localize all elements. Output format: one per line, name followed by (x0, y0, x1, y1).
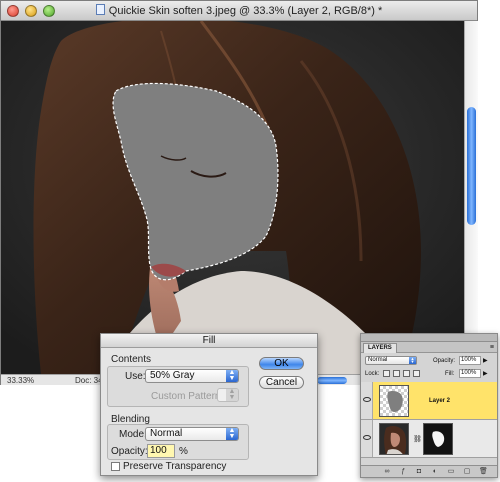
contents-group-label: Contents (111, 354, 152, 365)
lock-all-icon[interactable] (413, 370, 420, 377)
layer-name[interactable]: Layer 2 (429, 398, 450, 404)
blend-mode-value: Normal (368, 357, 388, 363)
mode-select-value: Normal (150, 428, 183, 439)
layer-thumbnail-photo (379, 423, 409, 455)
use-select-arrows-icon: ▲ ▼ (226, 369, 238, 382)
new-layer-icon[interactable]: ▢ (463, 468, 471, 476)
trash-icon[interactable]: 🗑 (479, 468, 488, 476)
custom-pattern-label: Custom Pattern: (151, 391, 224, 402)
layer-row-selected[interactable]: Layer 2 (361, 382, 497, 420)
mask-link-icon[interactable]: ⛓ (413, 435, 422, 443)
lock-transparent-icon[interactable] (383, 370, 390, 377)
opacity-input[interactable]: 100 (147, 444, 175, 458)
document-title-container: Quickie Skin soften 3.jpeg @ 33.3% (Laye… (1, 4, 477, 17)
vertical-scroll-thumb[interactable] (467, 107, 476, 225)
fx-icon[interactable]: ƒ (399, 468, 407, 476)
panel-tabbar: LAYERS ≡ (361, 342, 497, 353)
preserve-transparency-label[interactable]: Preserve Transparency (123, 461, 226, 472)
vertical-scrollbar[interactable] (464, 21, 478, 374)
layers-footer: ∞ ƒ ◘ ◐ ▭ ▢ 🗑 (361, 465, 497, 477)
fill-dialog: Fill Contents Use: 50% Gray ▲ ▼ Custom Pa… (100, 333, 318, 476)
group-icon[interactable]: ▭ (447, 468, 455, 476)
opacity-unit: % (179, 446, 188, 457)
image-canvas[interactable] (1, 21, 464, 374)
mode-select-arrows-icon: ▲ ▼ (226, 427, 238, 440)
eye-icon (363, 435, 371, 440)
preserve-transparency-checkbox[interactable] (111, 462, 120, 471)
visibility-toggle[interactable] (361, 420, 373, 457)
ok-button[interactable]: OK (259, 357, 304, 370)
layer-fill-input[interactable]: 100% (459, 369, 481, 378)
layer-fill-arrow-icon[interactable]: ▶ (483, 370, 488, 377)
use-select[interactable]: 50% Gray ▲ ▼ (145, 369, 239, 383)
document-title: Quickie Skin soften 3.jpeg @ 33.3% (Laye… (108, 5, 383, 17)
document-file-icon (95, 4, 105, 15)
blend-mode-select[interactable]: Normal ▲ ▼ (365, 356, 417, 365)
tab-layers[interactable]: LAYERS (363, 343, 397, 353)
zoom-level[interactable]: 33.33% (7, 376, 34, 385)
opacity-label: Opacity: (111, 446, 148, 457)
visibility-toggle[interactable] (361, 382, 373, 419)
layer-opacity-arrow-icon[interactable]: ▶ (483, 357, 488, 364)
fill-dialog-title: Fill (101, 334, 317, 348)
photoshop-workspace: Quickie Skin soften 3.jpeg @ 33.3% (Laye… (0, 0, 500, 482)
mode-select[interactable]: Normal ▲ ▼ (145, 427, 239, 441)
lock-label: Lock: (365, 371, 380, 377)
panel-titlebar[interactable] (361, 334, 497, 342)
layers-panel: LAYERS ≡ Normal ▲ ▼ Opacity: 100% ▶ Lock:… (360, 333, 498, 478)
use-label: Use: (125, 371, 146, 382)
layer-opacity-label: Opacity: (433, 358, 456, 364)
horizontal-scroll-thumb[interactable] (317, 377, 347, 384)
custom-pattern-select: ▲ ▼ (217, 388, 239, 402)
use-select-value: 50% Gray (150, 370, 195, 381)
document-window: Quickie Skin soften 3.jpeg @ 33.3% (Laye… (0, 0, 478, 385)
adjustment-icon[interactable]: ◐ (431, 468, 439, 476)
layer-thumbnail-transparent (379, 385, 409, 417)
layer-mask-thumbnail[interactable] (423, 423, 453, 455)
fill-label: Fill: (445, 371, 455, 377)
lock-pixels-icon[interactable] (393, 370, 400, 377)
blend-mode-arrows-icon: ▲ ▼ (409, 356, 416, 364)
custom-pattern-arrows-icon: ▲ ▼ (226, 388, 238, 401)
lock-position-icon[interactable] (403, 370, 410, 377)
mode-label: Mode: (119, 429, 147, 440)
photo (1, 21, 464, 374)
cancel-button[interactable]: Cancel (259, 376, 304, 389)
mask-icon[interactable]: ◘ (415, 468, 423, 476)
link-icon[interactable]: ∞ (383, 468, 391, 476)
layer-opacity-input[interactable]: 100% (459, 356, 481, 365)
layer-row[interactable]: ⛓ (361, 420, 497, 458)
eye-icon (363, 397, 371, 402)
panel-menu-icon[interactable]: ≡ (490, 344, 494, 351)
document-titlebar[interactable]: Quickie Skin soften 3.jpeg @ 33.3% (Laye… (1, 1, 477, 21)
